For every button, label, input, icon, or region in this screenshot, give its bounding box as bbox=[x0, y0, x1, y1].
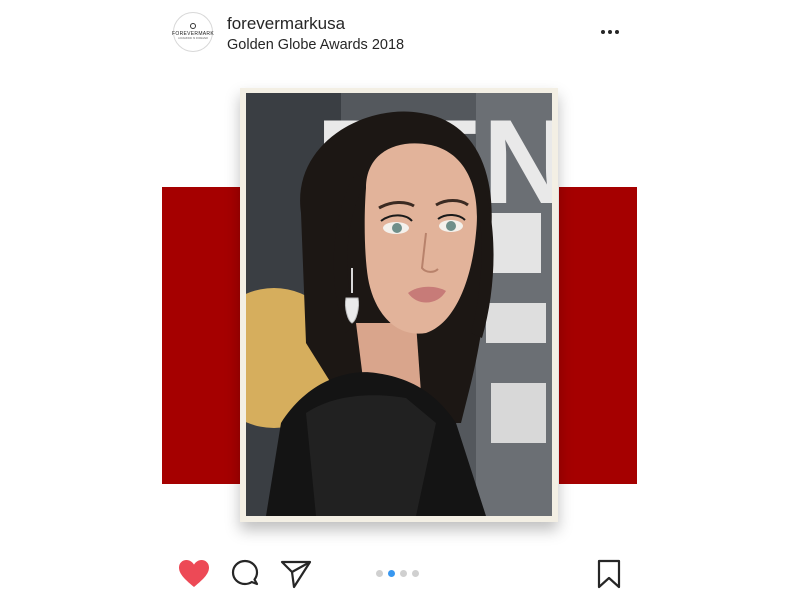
heart-filled-icon bbox=[179, 560, 209, 587]
avatar-tagline: A DIAMOND IS FOREVER bbox=[178, 37, 208, 40]
save-button[interactable] bbox=[596, 559, 622, 589]
photo-frame: DEN bbox=[240, 88, 558, 522]
carousel-dot bbox=[400, 570, 407, 577]
more-horizontal-icon bbox=[601, 30, 605, 34]
post-username[interactable]: forevermarkusa bbox=[227, 14, 345, 34]
carousel-dot-active bbox=[388, 570, 395, 577]
avatar[interactable]: FOREVERMARK A DIAMOND IS FOREVER bbox=[172, 12, 214, 52]
carousel-indicator bbox=[376, 570, 419, 577]
post-action-bar bbox=[0, 552, 800, 600]
comment-button[interactable] bbox=[230, 559, 260, 589]
diamond-icon bbox=[190, 23, 196, 29]
post-header: FOREVERMARK A DIAMOND IS FOREVER forever… bbox=[0, 0, 800, 70]
carousel-dot bbox=[412, 570, 419, 577]
post-photo: DEN bbox=[246, 93, 552, 516]
portrait-image: DEN bbox=[246, 93, 552, 516]
more-dot bbox=[608, 30, 612, 34]
comment-icon bbox=[231, 559, 259, 586]
red-panel-right bbox=[559, 187, 637, 484]
paper-plane-icon bbox=[280, 560, 312, 589]
red-panel-left bbox=[162, 187, 240, 484]
more-options-button[interactable] bbox=[596, 22, 624, 42]
like-button[interactable] bbox=[178, 559, 210, 589]
post-location[interactable]: Golden Globe Awards 2018 bbox=[227, 37, 404, 53]
carousel-dot bbox=[376, 570, 383, 577]
more-dot bbox=[615, 30, 619, 34]
post-media[interactable]: DEN bbox=[0, 70, 800, 550]
bookmark-icon bbox=[597, 559, 621, 589]
share-button[interactable] bbox=[280, 559, 312, 589]
